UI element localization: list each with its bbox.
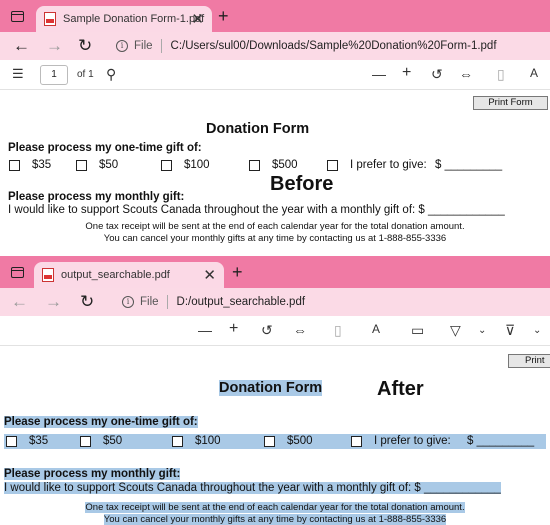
- pdf-file-icon: [44, 12, 56, 26]
- checkbox[interactable]: [172, 435, 183, 447]
- rotate-icon[interactable]: ↺: [431, 66, 443, 83]
- info-icon[interactable]: i: [122, 296, 134, 308]
- page-count: of 1: [77, 69, 94, 80]
- option-100[interactable]: $100: [172, 435, 221, 447]
- highlight-icon[interactable]: ⊽: [505, 322, 515, 339]
- tab-title: Sample Donation Form-1.pdf: [63, 13, 205, 25]
- monthly-line: I would like to support Scouts Canada th…: [8, 204, 505, 216]
- arrow-right-icon[interactable]: →: [45, 292, 62, 312]
- checkbox[interactable]: [6, 435, 17, 447]
- monthly-heading: Please process my monthly gift:: [4, 468, 181, 480]
- url-field[interactable]: i File C:/Users/sul00/Downloads/Sample%2…: [116, 35, 550, 57]
- option-500[interactable]: $500: [264, 435, 313, 447]
- arrow-left-icon[interactable]: ←: [13, 36, 30, 56]
- info-icon[interactable]: i: [116, 40, 128, 52]
- new-tab-button[interactable]: +: [218, 6, 229, 27]
- checkbox[interactable]: [351, 435, 362, 447]
- file-label: File: [134, 40, 153, 52]
- close-icon[interactable]: ✕: [191, 10, 204, 28]
- search-icon[interactable]: ⚲: [106, 66, 116, 83]
- print-form-button[interactable]: Print Form: [473, 96, 548, 110]
- option-500[interactable]: $500: [249, 159, 298, 171]
- divider: [166, 295, 168, 309]
- checkbox[interactable]: [76, 159, 87, 171]
- chevron-down-icon[interactable]: ⌄: [533, 325, 541, 336]
- two-page-view-icon[interactable]: ▯: [497, 66, 505, 83]
- tab-bar: Sample Donation Form-1.pdf ✕ +: [0, 0, 550, 32]
- checkbox[interactable]: [249, 159, 260, 171]
- address-bar: ← → ↻ i File D:/output_searchable.pdf: [0, 288, 550, 316]
- tax-receipt-note: One tax receipt will be sent at the end …: [85, 502, 465, 513]
- pdf-page: Print Donation Form After Please process…: [0, 350, 550, 525]
- url-text: D:/output_searchable.pdf: [176, 296, 306, 308]
- prefer-amount-field[interactable]: $ _________: [435, 159, 502, 171]
- pdf-page: Print Form Donation Form Please process …: [0, 91, 550, 256]
- tab-sample-donation-form[interactable]: Sample Donation Form-1.pdf ✕: [36, 6, 212, 32]
- print-form-button[interactable]: Print: [508, 354, 550, 368]
- pdf-file-icon: [42, 268, 54, 282]
- checkbox[interactable]: [327, 159, 338, 171]
- page-number-input[interactable]: 1: [40, 65, 68, 85]
- chevron-down-icon[interactable]: ⌄: [478, 325, 486, 336]
- page-title: Donation Form: [206, 121, 310, 137]
- refresh-icon[interactable]: ↻: [78, 36, 92, 56]
- option-100[interactable]: $100: [161, 159, 210, 171]
- window-menu-icon[interactable]: [11, 11, 24, 22]
- text-icon[interactable]: ▭: [411, 322, 424, 339]
- url-field[interactable]: i File D:/output_searchable.pdf: [122, 291, 550, 313]
- new-tab-button[interactable]: +: [232, 262, 243, 283]
- fit-page-icon[interactable]: ⇔: [293, 322, 307, 338]
- address-bar: ← → ↻ i File C:/Users/sul00/Downloads/Sa…: [0, 32, 550, 60]
- two-page-view-icon[interactable]: ▯: [334, 322, 342, 339]
- zoom-out-icon[interactable]: —: [198, 322, 212, 338]
- one-time-heading: Please process my one-time gift of:: [8, 142, 202, 154]
- read-aloud-icon[interactable]: A: [530, 66, 538, 80]
- checkbox[interactable]: [161, 159, 172, 171]
- window-menu-icon[interactable]: [11, 267, 24, 278]
- checkbox[interactable]: [9, 159, 20, 171]
- after-window: output_searchable.pdf ✕ + ← → ↻ i File D…: [0, 256, 550, 525]
- tab-bar: output_searchable.pdf ✕ +: [0, 256, 550, 288]
- after-label: After: [377, 378, 424, 400]
- page-title: Donation Form: [219, 380, 323, 396]
- arrow-left-icon[interactable]: ←: [11, 292, 28, 312]
- one-time-heading: Please process my one-time gift of:: [4, 416, 198, 428]
- option-prefer[interactable]: I prefer to give:: [327, 159, 427, 171]
- tab-title: output_searchable.pdf: [61, 269, 170, 281]
- monthly-line: I would like to support Scouts Canada th…: [4, 482, 501, 494]
- pdf-toolbar: ☰ 1 of 1 ⚲ — + ↺ ⇔ ▯ A: [0, 60, 550, 90]
- prefer-amount-field[interactable]: $ _________: [467, 435, 534, 447]
- arrow-right-icon[interactable]: →: [46, 36, 63, 56]
- fit-page-icon[interactable]: ⇔: [459, 66, 473, 82]
- zoom-out-icon[interactable]: —: [372, 66, 386, 82]
- pdf-toolbar: — + ↺ ⇔ ▯ A ▭ ▽ ⌄ ⊽ ⌄: [0, 316, 550, 346]
- before-window: Sample Donation Form-1.pdf ✕ + ← → ↻ i F…: [0, 0, 550, 256]
- cancel-note: You can cancel your monthly gifts at any…: [103, 233, 447, 244]
- cancel-note: You can cancel your monthly gifts at any…: [103, 514, 447, 525]
- checkbox[interactable]: [264, 435, 275, 447]
- read-aloud-icon[interactable]: A: [372, 322, 380, 336]
- checkbox[interactable]: [80, 435, 91, 447]
- rotate-icon[interactable]: ↺: [261, 322, 273, 339]
- close-icon[interactable]: ✕: [203, 266, 216, 284]
- tax-receipt-note: One tax receipt will be sent at the end …: [85, 221, 465, 232]
- tab-output-searchable[interactable]: output_searchable.pdf ✕: [34, 262, 224, 288]
- option-prefer[interactable]: I prefer to give:: [351, 435, 451, 447]
- draw-icon[interactable]: ▽: [450, 322, 461, 339]
- before-label: Before: [270, 173, 334, 195]
- zoom-in-icon[interactable]: +: [229, 320, 238, 338]
- url-text: C:/Users/sul00/Downloads/Sample%20Donati…: [170, 40, 497, 52]
- contents-icon[interactable]: ☰: [12, 66, 24, 82]
- option-50[interactable]: $50: [76, 159, 118, 171]
- option-50[interactable]: $50: [80, 435, 122, 447]
- zoom-in-icon[interactable]: +: [402, 64, 411, 82]
- monthly-heading: Please process my monthly gift:: [8, 191, 185, 203]
- option-35[interactable]: $35: [6, 435, 48, 447]
- refresh-icon[interactable]: ↻: [80, 292, 94, 312]
- option-35[interactable]: $35: [9, 159, 51, 171]
- divider: [160, 39, 162, 53]
- file-label: File: [140, 296, 159, 308]
